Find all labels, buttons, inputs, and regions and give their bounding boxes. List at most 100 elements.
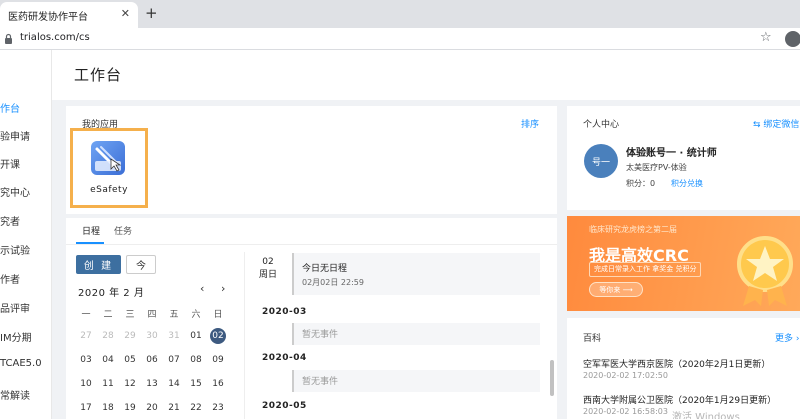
calendar-day[interactable]: 27 [76,328,96,344]
tab-schedule[interactable]: 日程 [82,224,100,237]
app-tile-esafety[interactable]: eSafety [70,128,148,208]
tab-close-icon[interactable]: ✕ [121,7,130,20]
calendar-day[interactable]: 28 [98,328,118,344]
month-group-label: 2020-03 [262,307,307,317]
medal-star-icon [737,236,793,306]
weekday-header: 六 [191,310,201,320]
tab-title: 医药研发协作平台 [8,11,88,23]
schedule-scrollbar[interactable] [550,360,554,396]
calendar-day[interactable]: 29 [120,328,140,344]
calendar-day[interactable]: 21 [164,400,184,416]
sidebar-item-workbench[interactable]: 作台 [0,100,20,115]
profile-avatar-icon[interactable] [785,31,800,47]
calendar-day[interactable]: 10 [76,376,96,392]
more-link[interactable]: 更多 › [775,331,799,344]
tab-tasks[interactable]: 任务 [114,224,132,237]
calendar-day[interactable]: 11 [98,376,118,392]
sidebar-item-research-center[interactable]: 究中心 [0,184,30,199]
news-item-date: 2020-02-02 16:58:03 [583,407,668,416]
news-item-title[interactable]: 空军军医大学西京医院（2020年2月1日更新） [583,357,770,370]
month-group-label: 2020-04 [262,353,307,363]
sidebar-item-course[interactable]: 开课 [0,156,20,171]
browser-tabbar: 医药研发协作平台 ✕ + [0,0,800,28]
weekday-header: 一 [81,310,91,320]
calendar-day[interactable]: 20 [142,400,162,416]
points-redeem-link[interactable]: 积分兑换 [671,178,703,189]
calendar-day[interactable]: 31 [164,328,184,344]
calendar-day[interactable]: 08 [186,352,206,368]
weekday-header: 四 [147,310,157,320]
month-group-label: 2020-05 [262,401,307,411]
calendar-day[interactable]: 06 [142,352,162,368]
app-name: eSafety [90,185,128,195]
today-button[interactable]: 今 [126,255,156,274]
calendar-day[interactable]: 09 [208,352,228,368]
calendar-day[interactable]: 23 [208,400,228,416]
windows-activation-watermark: 激活 Windows [672,412,740,419]
next-month-icon[interactable]: › [221,282,225,295]
user-points: 积分：0 [626,179,656,188]
new-tab-icon[interactable]: + [145,6,158,21]
calendar-day[interactable]: 01 [186,328,206,344]
sidebar-item-product-review[interactable]: 品评审 [0,300,30,315]
schedule-card: 日程 任务 创 建 今 2020 年 2 月 ‹ › 一 二 三 四 五 六 日… [66,218,557,419]
page-title: 工作台 [74,66,123,84]
prev-month-icon[interactable]: ‹ [200,282,204,295]
calendar-day[interactable]: 17 [76,400,96,416]
lock-icon [5,33,12,44]
calendar-day[interactable]: 04 [98,352,118,368]
event-title: 今日无日程 [302,264,348,274]
calendar-day[interactable]: 03 [76,352,96,368]
address-bar[interactable]: trialos.com/cs ☆ [0,28,800,50]
empty-event-text: 暂无事件 [302,330,339,340]
weekday-header: 二 [103,310,113,320]
url-text[interactable]: trialos.com/cs [20,32,90,43]
calendar-day-selected[interactable]: 02 [210,328,226,344]
today-event-card[interactable]: 今日无日程 02月02日 22:59 [292,253,540,295]
user-name: 体验账号一 · 统计师 [626,148,717,159]
encyclopedia-title: 百科 [583,334,602,344]
calendar-day[interactable]: 18 [98,400,118,416]
sidebar-item-trial-application[interactable]: 验申请 [0,128,30,143]
promo-banner[interactable]: 临床研究龙虎榜之第二届 我是高效CRC 完成日常录入工作 拿奖金 兑积分 等你来… [567,216,800,311]
sort-link[interactable]: 排序 [521,117,539,130]
weekday-header: 日 [213,310,223,320]
sidebar-item-interpretation[interactable]: 常解读 [0,387,30,402]
personal-center-title: 个人中心 [583,120,620,130]
calendar-day[interactable]: 19 [120,400,140,416]
my-apps-card: 我的应用 排序 eSafety [66,106,557,214]
sidebar-item-researcher[interactable]: 究者 [0,213,20,228]
user-organization: 太美医疗PV-体验 [626,163,687,172]
sidebar-item-im-staging[interactable]: IM分期 [0,329,32,344]
calendar-day[interactable]: 13 [142,376,162,392]
bind-wechat-link[interactable]: ⇆ 绑定微信 [753,117,799,130]
browser-tab[interactable]: 医药研发协作平台 ✕ [0,2,138,28]
calendar-day[interactable]: 07 [164,352,184,368]
calendar-day[interactable]: 14 [164,376,184,392]
empty-event-row: 暂无事件 [292,370,540,392]
sidebar-item-demo-trial[interactable]: 示试验 [0,242,30,257]
schedule-divider [244,252,245,419]
calendar-day[interactable]: 15 [186,376,206,392]
avatar[interactable]: 号一 [584,144,618,178]
empty-event-row: 暂无事件 [292,323,540,345]
news-item-title[interactable]: 西南大学附属公卫医院（2020年1月29日更新） [583,393,776,406]
create-button[interactable]: 创 建 [76,255,121,274]
weekday-header: 五 [169,310,179,320]
bookmark-star-icon[interactable]: ☆ [760,30,772,45]
calendar-day[interactable]: 30 [142,328,162,344]
calendar-day[interactable]: 16 [208,376,228,392]
calendar-day[interactable]: 12 [120,376,140,392]
sidebar-item-worker[interactable]: 作者 [0,271,20,286]
current-date: 02 周日 [250,256,286,282]
current-day-number: 02 [262,257,274,267]
sidebar-item-tcae[interactable]: TCAE5.0 [0,358,42,369]
esafety-app-icon [91,141,125,175]
banner-cta-button[interactable]: 等你来 ⟶ [589,282,643,297]
tab-divider [66,244,557,245]
calendar-day[interactable]: 05 [120,352,140,368]
calendar-day[interactable]: 22 [186,400,206,416]
encyclopedia-card: 百科 更多 › 空军军医大学西京医院（2020年2月1日更新） 2020-02-… [567,318,800,419]
sidebar: 作台 验申请 开课 究中心 究者 示试验 作者 品评审 IM分期 TCAE5.0… [0,50,52,419]
calendar-month-label: 2020 年 2 月 [78,288,145,299]
